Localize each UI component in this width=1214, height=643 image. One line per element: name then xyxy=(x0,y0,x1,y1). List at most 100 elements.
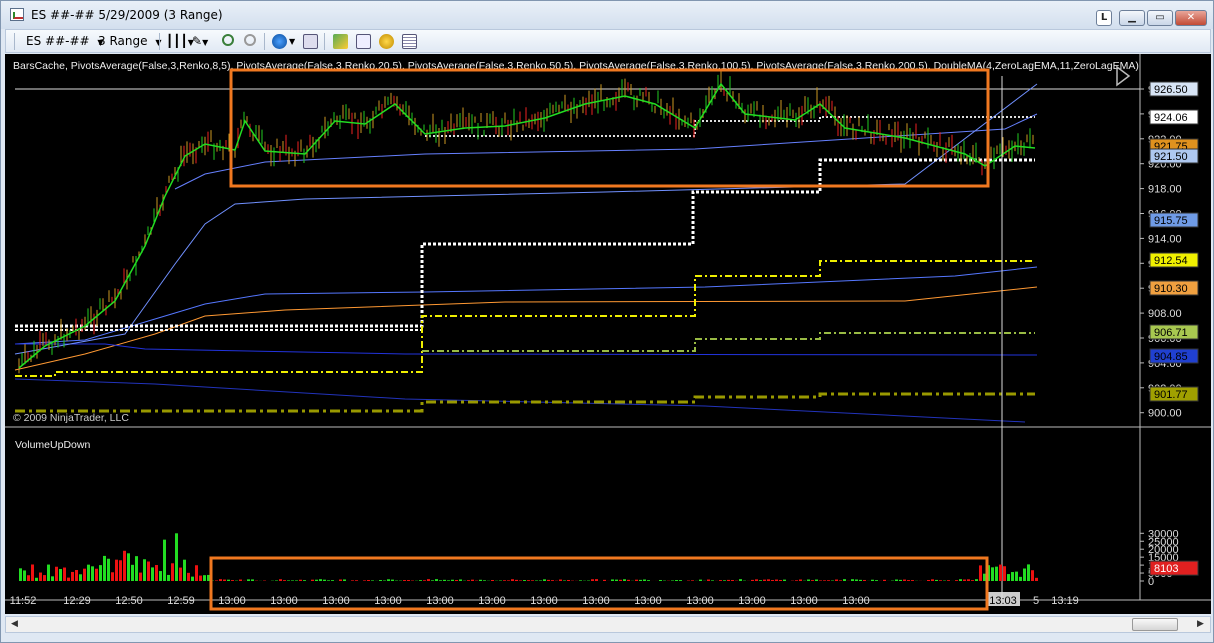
volume-bar xyxy=(27,575,30,581)
volume-bar xyxy=(247,579,250,581)
volume-bar xyxy=(543,579,546,581)
volume-bar xyxy=(119,560,122,581)
time-tick-label: 13:00 xyxy=(270,595,298,607)
link-button[interactable]: L xyxy=(1096,10,1112,26)
volume-bar xyxy=(815,579,818,581)
volume-bar xyxy=(479,579,482,581)
volume-bar xyxy=(451,579,454,581)
volume-bar xyxy=(323,579,326,581)
volume-bar xyxy=(779,579,782,581)
price-volume-chart[interactable]: 926.00924.00922.00920.00918.00916.00914.… xyxy=(5,54,1211,614)
volume-bar xyxy=(19,568,22,581)
scroll-right-icon[interactable]: ▶ xyxy=(1193,618,1208,631)
volume-bar xyxy=(775,579,778,581)
copyright-label: © 2009 NinjaTrader, LLC xyxy=(13,412,129,424)
volume-bar xyxy=(67,577,70,581)
volume-bar xyxy=(615,579,618,581)
time-tick-label: 12:29 xyxy=(63,595,91,607)
data-box-icon[interactable] xyxy=(402,34,417,49)
minimize-button[interactable]: ▁ xyxy=(1119,10,1145,26)
instrument-selector[interactable]: ES ##-## ▼ xyxy=(26,33,104,50)
volume-bar xyxy=(315,579,318,581)
volume-bar xyxy=(691,580,694,581)
strategy-icon[interactable] xyxy=(333,34,348,49)
volume-bar xyxy=(1003,566,1006,581)
volume-bar xyxy=(643,579,646,581)
volume-bar xyxy=(523,580,526,581)
horizontal-scrollbar[interactable]: ◀ ▶ xyxy=(5,616,1211,633)
volume-bar xyxy=(727,579,730,581)
price-tag-label: 910.30 xyxy=(1154,283,1188,295)
draw-tools-button[interactable]: ✎▼ xyxy=(192,33,208,50)
time-tick-label: 11:52 xyxy=(10,595,37,607)
volume-bar xyxy=(167,574,170,581)
volume-bar xyxy=(639,579,642,581)
volume-bar xyxy=(63,567,66,581)
volume-bar xyxy=(195,565,198,581)
volume-bar xyxy=(1007,574,1010,581)
volume-bar xyxy=(823,580,826,581)
volume-bar xyxy=(935,579,938,581)
volume-bar xyxy=(287,580,290,581)
globe-icon[interactable] xyxy=(272,34,287,49)
bar-type-button[interactable]: ┃┃┃▼ xyxy=(166,33,194,50)
gold-coin-icon[interactable] xyxy=(379,34,394,49)
volume-bar xyxy=(87,564,90,581)
volume-bar xyxy=(91,566,94,581)
volume-bar xyxy=(199,575,202,581)
chart-trader-icon[interactable] xyxy=(356,34,371,49)
highlight-box-price xyxy=(229,68,990,188)
volume-bar xyxy=(863,579,866,581)
volume-bar xyxy=(767,579,770,581)
volume-bar xyxy=(447,580,450,581)
volume-bar xyxy=(979,565,982,581)
volume-bar xyxy=(763,579,766,581)
close-button[interactable]: ✕ xyxy=(1175,10,1207,26)
time-tick-label: 13:00 xyxy=(374,595,402,607)
volume-bar xyxy=(595,579,598,581)
volume-bar xyxy=(175,533,178,581)
maximize-button[interactable]: ▭ xyxy=(1147,10,1173,26)
volume-bar xyxy=(843,579,846,581)
zoom-out-icon[interactable] xyxy=(244,34,256,46)
volume-bar xyxy=(591,579,594,581)
volume-bar xyxy=(99,565,102,581)
volume-bar xyxy=(363,580,366,581)
zoom-in-icon[interactable] xyxy=(222,34,234,46)
properties-icon[interactable] xyxy=(303,34,318,49)
volume-bar xyxy=(603,579,606,581)
scroll-thumb[interactable] xyxy=(1132,618,1178,631)
volume-bar xyxy=(483,580,486,581)
volume-bar xyxy=(835,579,838,581)
volume-bar xyxy=(711,580,714,581)
volume-bar xyxy=(535,580,538,581)
price-tag-label: 906.71 xyxy=(1154,327,1188,339)
volume-bar xyxy=(355,580,358,581)
volume-bar xyxy=(551,580,554,581)
volume-bar xyxy=(627,579,630,581)
scroll-left-icon[interactable]: ◀ xyxy=(7,618,22,631)
period-selector[interactable]: 3 Range ▼ xyxy=(98,33,161,50)
volume-bar xyxy=(795,580,798,581)
volume-bar xyxy=(527,580,530,581)
volume-bar xyxy=(907,580,910,581)
volume-bar xyxy=(679,580,682,581)
pivot-yellow-line xyxy=(15,260,1035,377)
title-bar[interactable]: ES ##-## 5/29/2009 (3 Range) L ▁ ▭ ✕ xyxy=(1,1,1213,29)
time-tick-label: 13:00 xyxy=(790,595,818,607)
chevron-down-icon[interactable]: ▼ xyxy=(289,33,295,50)
time-tick-label: 13:00 xyxy=(218,595,246,607)
volume-bar xyxy=(83,568,86,581)
volume-bar xyxy=(383,580,386,581)
volume-indicator-label: VolumeUpDown xyxy=(15,439,90,451)
volume-bar xyxy=(947,580,950,581)
price-tag-label: 924.06 xyxy=(1154,112,1188,124)
volume-bar xyxy=(443,579,446,581)
maximize-icon: ▭ xyxy=(1155,12,1165,23)
chart-panel[interactable]: 926.00924.00922.00920.00918.00916.00914.… xyxy=(5,54,1211,614)
volume-bar xyxy=(123,550,126,581)
close-icon: ✕ xyxy=(1186,12,1196,23)
time-tick-label: 12:59 xyxy=(167,595,195,607)
volume-bar xyxy=(47,564,50,581)
price-tick-label: 900.00 xyxy=(1148,408,1182,420)
